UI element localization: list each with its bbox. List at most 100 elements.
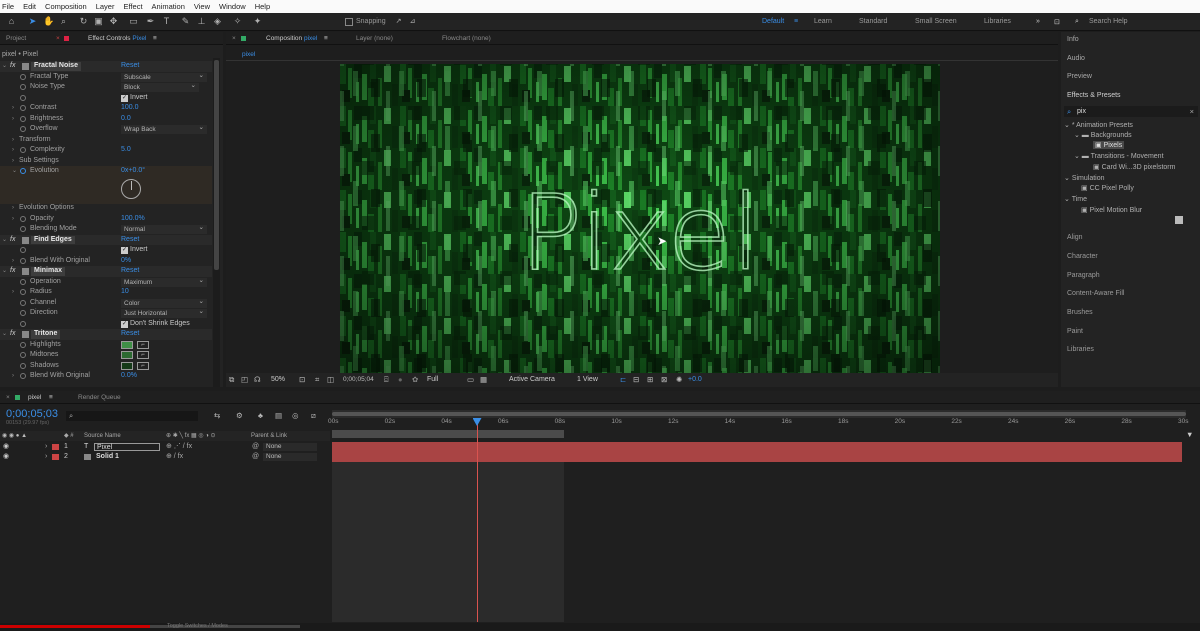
pen-tool-icon[interactable]: ✒ — [145, 16, 156, 27]
brightness-value[interactable]: 0.0 — [121, 114, 131, 125]
fx-toggle-icon[interactable]: fx — [10, 329, 15, 340]
pick-whip-icon[interactable]: @ — [252, 452, 259, 462]
timeline-timecode[interactable]: 0;00;05;03 — [6, 408, 58, 420]
info-panel-tab[interactable]: Info — [1067, 36, 1079, 43]
transparency-grid-icon[interactable]: ▦ — [480, 375, 487, 384]
paint-panel-tab[interactable]: Paint — [1067, 328, 1083, 335]
menu-composition[interactable]: Composition — [45, 2, 87, 11]
time-navigator[interactable] — [332, 410, 1186, 418]
toggle-switches-modes[interactable]: Toggle Switches / Modes — [167, 623, 228, 629]
show-snapshot-icon[interactable]: ● — [398, 375, 403, 384]
tab-project[interactable]: Project — [6, 35, 26, 42]
exposure-value[interactable]: +0.0 — [688, 376, 702, 383]
expand-chevron-icon[interactable]: ⌄ — [12, 166, 17, 177]
expand-chevron-icon[interactable]: › — [12, 371, 14, 382]
pick-whip-icon[interactable]: @ — [252, 442, 259, 452]
grid-icon[interactable]: ⌗ — [315, 375, 319, 385]
expand-chevron-icon[interactable]: › — [45, 442, 47, 452]
audio-panel-tab[interactable]: Audio — [1067, 55, 1085, 62]
stopwatch-icon[interactable] — [20, 147, 26, 153]
align-panel-tab[interactable]: Align — [1067, 234, 1083, 241]
tree-item-backgrounds[interactable]: ⌄ ▬ Backgrounds — [1074, 131, 1132, 139]
overflow-dropdown[interactable]: Wrap Back — [121, 123, 207, 134]
roto-brush-tool-icon[interactable]: ✧ — [232, 16, 243, 27]
color-channel-icon[interactable]: ✿ — [412, 375, 418, 384]
puppet-tool-icon[interactable]: ✦ — [252, 16, 263, 27]
mask-visibility-icon[interactable]: ◰ — [241, 375, 248, 384]
stopwatch-icon[interactable] — [20, 257, 26, 264]
layer-name[interactable]: Pixel — [94, 443, 160, 451]
reset-button[interactable]: Reset — [121, 329, 139, 340]
camera-dropdown[interactable]: Active Camera — [509, 376, 555, 383]
graph-editor-icon[interactable]: ⧄ — [311, 411, 316, 421]
panel-menu-icon[interactable]: ≡ — [324, 35, 328, 42]
tree-item-animation-presets[interactable]: ⌄ * Animation Presets — [1064, 121, 1133, 129]
snapshot-icon[interactable]: ⌼ — [384, 375, 389, 385]
type-tool-icon[interactable]: T — [161, 16, 172, 27]
stopwatch-icon[interactable] — [20, 373, 26, 379]
snap-options-icon[interactable]: ↗ — [393, 16, 404, 27]
exposure-reset-icon[interactable]: ✺ — [676, 375, 682, 384]
close-icon[interactable]: × — [56, 35, 60, 42]
stopwatch-icon[interactable] — [20, 168, 26, 174]
content-aware-fill-tab[interactable]: Content-Aware Fill — [1067, 290, 1124, 297]
menu-view[interactable]: View — [194, 2, 210, 11]
operation-dropdown[interactable]: Maximum — [121, 276, 207, 287]
character-panel-tab[interactable]: Character — [1067, 253, 1098, 260]
evolution-dial[interactable] — [121, 179, 141, 199]
expand-chevron-icon[interactable]: › — [12, 103, 14, 114]
home-icon[interactable]: ⌂ — [6, 16, 17, 27]
dont-shrink-checkbox[interactable]: ✓ — [121, 320, 128, 328]
expand-chevron-icon[interactable]: › — [12, 114, 14, 125]
stopwatch-icon[interactable] — [20, 278, 26, 285]
effect-header-tritone[interactable]: ⌄ fx Tritone Reset — [0, 329, 212, 340]
close-icon[interactable]: × — [6, 394, 10, 401]
menu-file[interactable]: File — [2, 2, 14, 11]
visibility-eye-icon[interactable]: ◉ — [3, 442, 9, 452]
menu-effect[interactable]: Effect — [123, 2, 142, 11]
reset-button[interactable]: Reset — [121, 266, 139, 277]
menu-window[interactable]: Window — [219, 2, 246, 11]
noise-type-dropdown[interactable]: Block — [121, 81, 199, 92]
layer-bar[interactable] — [332, 442, 1182, 452]
panel-menu-icon[interactable]: ≡ — [153, 35, 157, 42]
eraser-tool-icon[interactable]: ◈ — [212, 16, 223, 27]
stopwatch-icon[interactable] — [20, 362, 26, 369]
evolution-value[interactable]: 0x+0.0° — [121, 166, 145, 177]
clone-stamp-tool-icon[interactable]: ⊥ — [196, 16, 207, 27]
fit-icon[interactable]: ⊡ — [299, 375, 305, 384]
hand-tool-icon[interactable]: ✋ — [43, 16, 54, 27]
search-help-input[interactable]: Search Help — [1089, 18, 1128, 25]
fast-previews-icon[interactable]: ⊟ — [633, 375, 639, 384]
workspace-learn[interactable]: Learn — [814, 18, 832, 25]
expand-chevron-icon[interactable]: › — [12, 203, 14, 214]
sync-settings-icon[interactable]: ⊡ — [1054, 18, 1060, 26]
stopwatch-icon[interactable] — [20, 289, 26, 295]
eyedropper-icon[interactable]: ⌐ — [137, 351, 149, 359]
stopwatch-icon[interactable] — [20, 352, 26, 358]
stopwatch-icon[interactable] — [20, 320, 26, 327]
eyedropper-icon[interactable]: ⌐ — [137, 340, 149, 349]
complexity-value[interactable]: 5.0 — [121, 145, 131, 156]
menu-edit[interactable]: Edit — [23, 2, 36, 11]
expand-chevron-icon[interactable]: ⌄ — [2, 266, 7, 277]
stopwatch-icon[interactable] — [20, 341, 26, 348]
views-dropdown[interactable]: 1 View — [577, 376, 598, 383]
playhead[interactable] — [472, 418, 482, 622]
expand-chevron-icon[interactable]: › — [45, 452, 47, 462]
stopwatch-icon[interactable] — [20, 247, 26, 253]
selection-tool-icon[interactable]: ➤ — [27, 16, 38, 27]
effect-header-minimax[interactable]: ⌄ fx Minimax Reset — [0, 266, 212, 277]
tab-timeline-pixel[interactable]: pixel — [28, 394, 41, 401]
always-preview-icon[interactable]: ☊ — [254, 375, 261, 384]
effects-presets-tab[interactable]: Effects & Presets — [1067, 92, 1121, 99]
stopwatch-icon[interactable] — [20, 299, 26, 306]
scrollbar[interactable] — [213, 58, 220, 387]
effect-header-fractal-noise[interactable]: ⌄ fx Fractal Noise Reset — [0, 61, 212, 72]
invert-checkbox[interactable]: ✓ — [121, 94, 128, 102]
layer-name[interactable]: Solid 1 — [96, 452, 119, 462]
eyedropper-icon[interactable]: ⌐ — [137, 361, 149, 370]
expand-chevron-icon[interactable]: ⌄ — [2, 235, 7, 246]
comp-mini-flowchart-icon[interactable]: ⇆ — [214, 411, 220, 420]
workspace-small-screen[interactable]: Small Screen — [915, 18, 957, 25]
